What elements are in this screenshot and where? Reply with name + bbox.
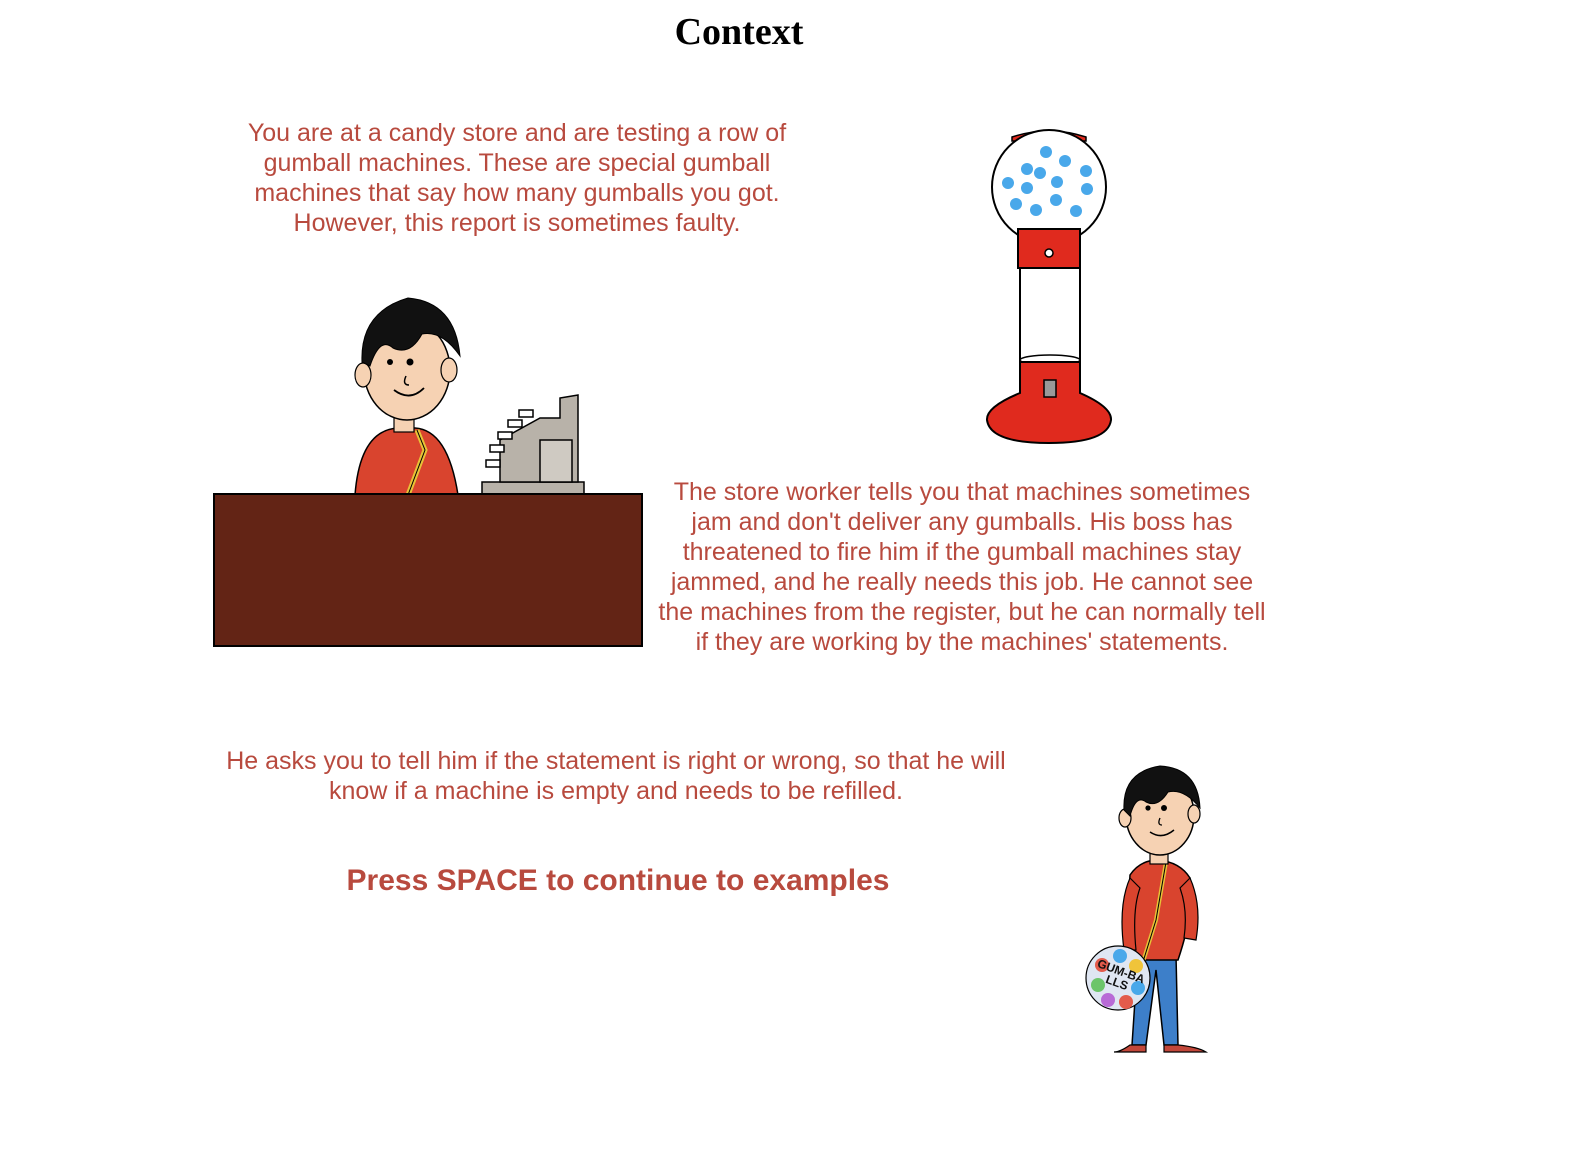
store-worker-at-register-illustration xyxy=(210,290,650,652)
continue-prompt: Press SPACE to continue to examples xyxy=(346,864,890,897)
worker-with-gumball-bag-illustration: GUM-BALLS xyxy=(1080,760,1215,1060)
page-title: Context xyxy=(674,11,804,53)
gumball-machine-illustration xyxy=(982,125,1117,447)
intro-paragraph: You are at a candy store and are testing… xyxy=(247,119,787,237)
request-paragraph: He asks you to tell him if the statement… xyxy=(226,747,1006,805)
worker-paragraph: The store worker tells you that machines… xyxy=(658,478,1266,656)
